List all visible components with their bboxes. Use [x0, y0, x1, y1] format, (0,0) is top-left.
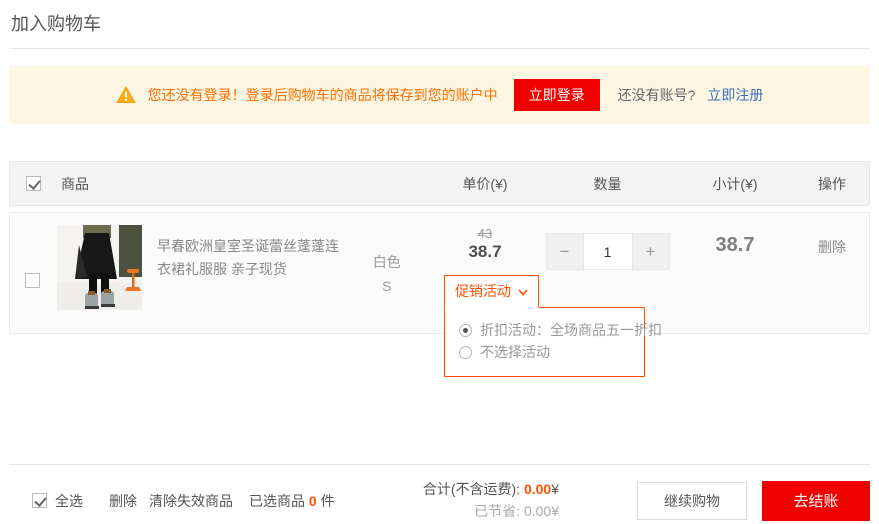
- promotion-label: 促销活动: [455, 281, 511, 301]
- select-all-footer-checkbox[interactable]: [32, 493, 47, 508]
- totals-block: 合计(不含运费): 0.00¥ 已节省: 0.00¥: [423, 479, 559, 522]
- selected-count: 0: [309, 493, 317, 509]
- footer-delete-link[interactable]: 删除: [109, 491, 137, 511]
- cart-page: 加入购物车 您还没有登录！登录后购物车的商品将保存到您的账户中 立即登录 还没有…: [0, 0, 879, 522]
- cart-footer-bar: 全选 删除 清除失效商品 已选商品 0 件 合计(不含运费): 0.00¥ 已节…: [9, 464, 870, 522]
- item-subtotal: 38.7: [675, 213, 795, 333]
- product-variant: 白色 S: [344, 225, 430, 299]
- header-product-label: 商品: [61, 174, 89, 194]
- quantity-input[interactable]: [583, 234, 633, 269]
- cart-table-header: 商品 单价(¥) 数量 小计(¥) 操作: [9, 161, 870, 206]
- continue-shopping-button[interactable]: 继续购物: [637, 482, 747, 520]
- quantity-decrease-button[interactable]: −: [547, 234, 583, 269]
- saved-line: 已节省: 0.00¥: [423, 501, 559, 523]
- promotion-option-label: 折扣活动：全场商品五一折扣: [480, 319, 662, 341]
- variant-size: S: [382, 278, 391, 294]
- total-currency: ¥: [551, 481, 559, 497]
- header-subtotal-label: 小计(¥): [675, 174, 795, 194]
- warning-icon: [116, 86, 136, 104]
- product-name[interactable]: 早春欧洲皇室圣诞蕾丝蓬蓬连衣裙礼服服 亲子现货: [157, 225, 344, 281]
- selected-count-text: 已选商品 0 件: [249, 491, 335, 511]
- header-quantity-label: 数量: [540, 174, 675, 194]
- notice-message: 您还没有登录！登录后购物车的商品将保存到您的账户中: [148, 85, 498, 105]
- cart-item-row: 早春欧洲皇室圣诞蕾丝蓬蓬连衣裙礼服服 亲子现货 白色 S 43 38.7 − +…: [9, 212, 870, 334]
- original-price: 43: [430, 226, 540, 241]
- clear-invalid-link[interactable]: 清除失效商品: [149, 491, 233, 511]
- header-unit-price-label: 单价(¥): [430, 174, 540, 194]
- header-product-col: 商品: [10, 174, 430, 194]
- login-notice-banner: 您还没有登录！登录后购物车的商品将保存到您的账户中 立即登录 还没有账号? 立即…: [9, 66, 870, 124]
- promotion-dropdown-toggle[interactable]: 促销活动: [444, 275, 539, 308]
- product-image[interactable]: [57, 225, 142, 310]
- saved-value: 0.00¥: [524, 503, 559, 519]
- promotion-option-none[interactable]: 不选择活动: [459, 341, 630, 363]
- radio-selected-icon[interactable]: [459, 324, 472, 337]
- title-divider: [9, 48, 870, 49]
- total-line: 合计(不含运费): 0.00¥: [423, 479, 559, 501]
- item-checkbox[interactable]: [25, 273, 40, 288]
- variant-color: 白色: [373, 254, 401, 270]
- selected-prefix: 已选商品: [249, 493, 305, 509]
- radio-unselected-icon[interactable]: [459, 346, 472, 359]
- promotion-option-discount[interactable]: 折扣活动：全场商品五一折扣: [459, 319, 630, 341]
- item-product-cell: 早春欧洲皇室圣诞蕾丝蓬蓬连衣裙礼服服 亲子现货 白色 S: [10, 213, 430, 333]
- total-label: 合计(不含运费):: [423, 481, 520, 497]
- quantity-stepper: − +: [546, 233, 670, 270]
- no-account-text: 还没有账号?: [618, 85, 696, 105]
- quantity-increase-button[interactable]: +: [633, 234, 669, 269]
- login-now-button[interactable]: 立即登录: [514, 79, 600, 111]
- page-title: 加入购物车: [9, 0, 870, 48]
- select-all-header-checkbox[interactable]: [26, 176, 41, 191]
- promotion-options-panel: 折扣活动：全场商品五一折扣 不选择活动: [444, 307, 645, 377]
- header-action-label: 操作: [795, 174, 869, 194]
- register-now-link[interactable]: 立即注册: [707, 85, 763, 105]
- total-value: 0.00: [524, 481, 551, 497]
- item-action-cell: 删除: [795, 213, 869, 333]
- delete-item-link[interactable]: 删除: [818, 239, 846, 255]
- saved-label: 已节省:: [474, 503, 520, 519]
- current-price: 38.7: [430, 242, 540, 262]
- chevron-down-icon: [518, 283, 528, 299]
- promotion-option-label: 不选择活动: [480, 341, 550, 363]
- promotion-dropdown: 促销活动 折扣活动：全场商品五一折扣 不选择活动: [444, 275, 645, 377]
- select-all-label[interactable]: 全选: [55, 491, 83, 511]
- selected-suffix: 件: [321, 493, 335, 509]
- checkout-button[interactable]: 去结账: [762, 481, 870, 521]
